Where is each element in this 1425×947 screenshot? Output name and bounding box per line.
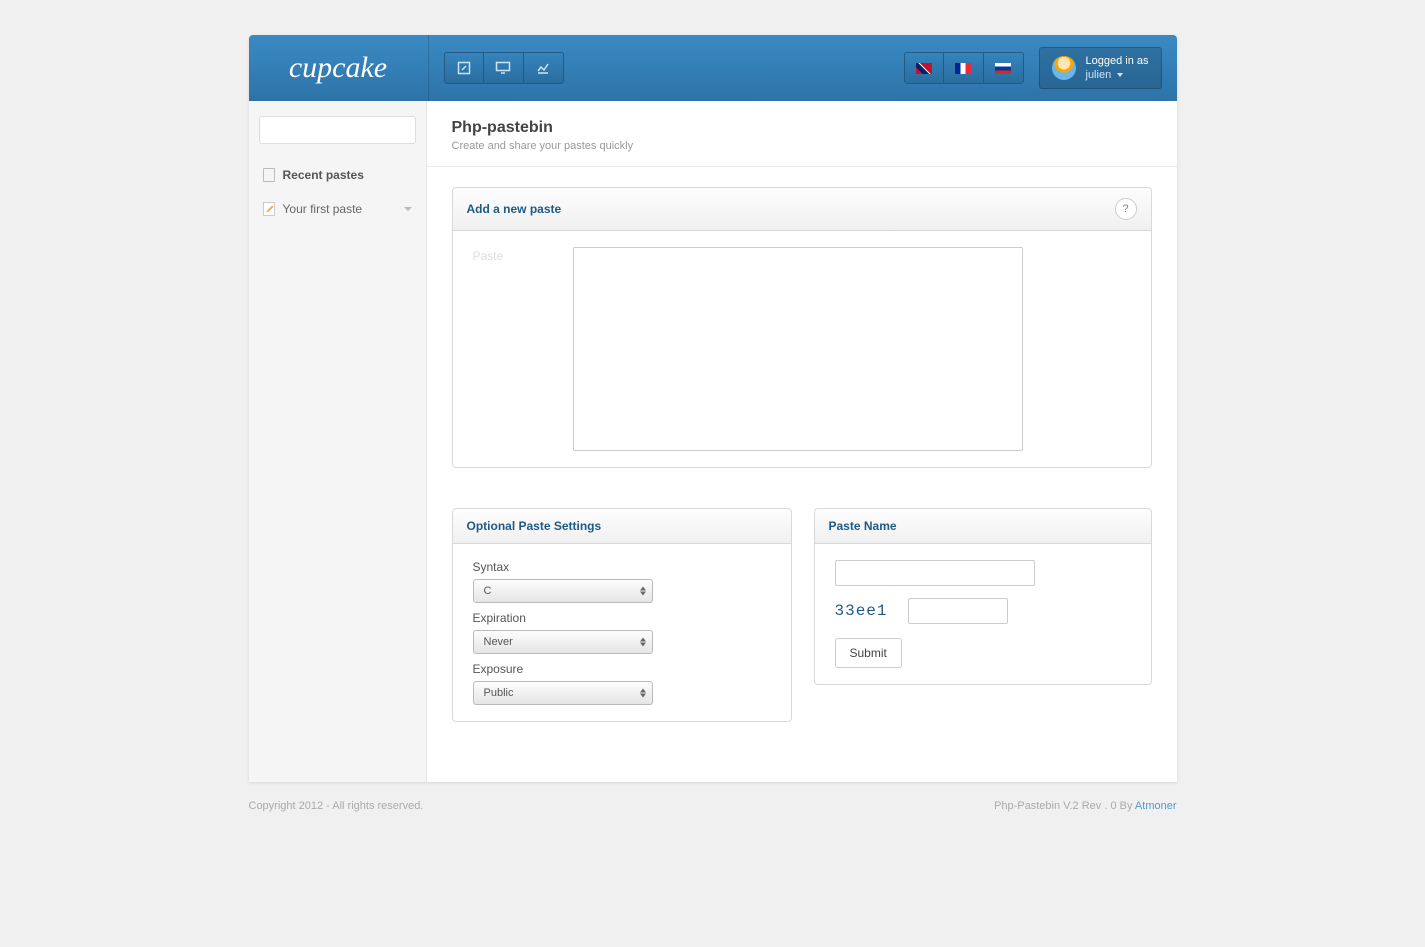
expiration-label: Expiration xyxy=(473,611,771,625)
page-title: Php-pastebin xyxy=(452,119,1152,137)
compose-button[interactable] xyxy=(444,52,484,84)
content: Php-pastebin Create and share your paste… xyxy=(427,101,1177,782)
search-wrap xyxy=(259,116,416,144)
footer-left: Copyright 2012 - All rights reserved. xyxy=(249,800,424,812)
edit-icon xyxy=(263,202,275,216)
settings-panel: Optional Paste Settings Syntax C xyxy=(452,508,792,722)
logo-area: cupcake xyxy=(249,35,429,101)
logged-in-label: Logged in as xyxy=(1086,54,1149,68)
footer-right-prefix: Php-Pastebin V.2 Rev . 0 By xyxy=(994,800,1135,812)
add-paste-panel: Add a new paste ? Paste xyxy=(452,187,1152,468)
compose-icon xyxy=(457,61,471,75)
lang-ru-button[interactable] xyxy=(984,52,1024,84)
sidebar: Recent pastes Your first paste xyxy=(249,101,427,782)
footer-link-atmoner[interactable]: Atmoner xyxy=(1135,800,1177,812)
search-input[interactable] xyxy=(259,116,416,144)
sidebar-item-first-paste[interactable]: Your first paste xyxy=(259,196,416,222)
uk-flag-icon xyxy=(916,63,932,74)
lang-en-button[interactable] xyxy=(904,52,944,84)
exposure-label: Exposure xyxy=(473,662,771,676)
name-panel-title: Paste Name xyxy=(829,519,897,533)
avatar xyxy=(1052,56,1076,80)
syntax-value: C xyxy=(484,585,492,597)
paste-textarea[interactable] xyxy=(573,247,1023,451)
language-switcher xyxy=(904,52,1024,84)
select-arrows-icon xyxy=(640,638,646,647)
lang-fr-button[interactable] xyxy=(944,52,984,84)
header: cupcake xyxy=(249,35,1177,101)
expiration-value: Never xyxy=(484,636,513,648)
add-paste-panel-head: Add a new paste ? xyxy=(453,188,1151,231)
captcha-text: 33ee1 xyxy=(835,602,888,620)
footer: Copyright 2012 - All rights reserved. Ph… xyxy=(249,782,1177,812)
paste-name-input[interactable] xyxy=(835,560,1035,586)
document-icon xyxy=(263,168,275,182)
display-button[interactable] xyxy=(484,52,524,84)
chart-icon xyxy=(536,61,550,75)
page-header: Php-pastebin Create and share your paste… xyxy=(427,101,1177,167)
exposure-select[interactable]: Public xyxy=(473,681,653,705)
add-paste-title: Add a new paste xyxy=(467,202,562,216)
fr-flag-icon xyxy=(955,63,971,74)
select-arrows-icon xyxy=(640,587,646,596)
expiration-select[interactable]: Never xyxy=(473,630,653,654)
page-subtitle: Create and share your pastes quickly xyxy=(452,140,1152,152)
syntax-label: Syntax xyxy=(473,560,771,574)
paste-label: Paste xyxy=(473,247,513,451)
submit-button[interactable]: Submit xyxy=(835,638,902,668)
user-text: Logged in as julien xyxy=(1086,54,1149,83)
chevron-down-icon xyxy=(404,207,412,211)
syntax-select[interactable]: C xyxy=(473,579,653,603)
username: julien xyxy=(1086,69,1112,81)
header-actions xyxy=(444,52,564,84)
caret-down-icon xyxy=(1117,73,1123,77)
settings-title: Optional Paste Settings xyxy=(467,519,602,533)
help-button[interactable]: ? xyxy=(1115,198,1137,220)
ru-flag-icon xyxy=(995,63,1011,74)
recent-label: Recent pastes xyxy=(283,168,364,182)
sidebar-item-label: Your first paste xyxy=(283,202,363,216)
sidebar-heading-recent: Recent pastes xyxy=(259,162,416,188)
exposure-value: Public xyxy=(484,687,514,699)
logo[interactable]: cupcake xyxy=(289,51,387,85)
monitor-icon xyxy=(495,61,511,75)
select-arrows-icon xyxy=(640,689,646,698)
user-menu[interactable]: Logged in as julien xyxy=(1039,47,1162,90)
name-panel: Paste Name 33ee1 Submit xyxy=(814,508,1152,685)
stats-button[interactable] xyxy=(524,52,564,84)
captcha-input[interactable] xyxy=(908,598,1008,624)
